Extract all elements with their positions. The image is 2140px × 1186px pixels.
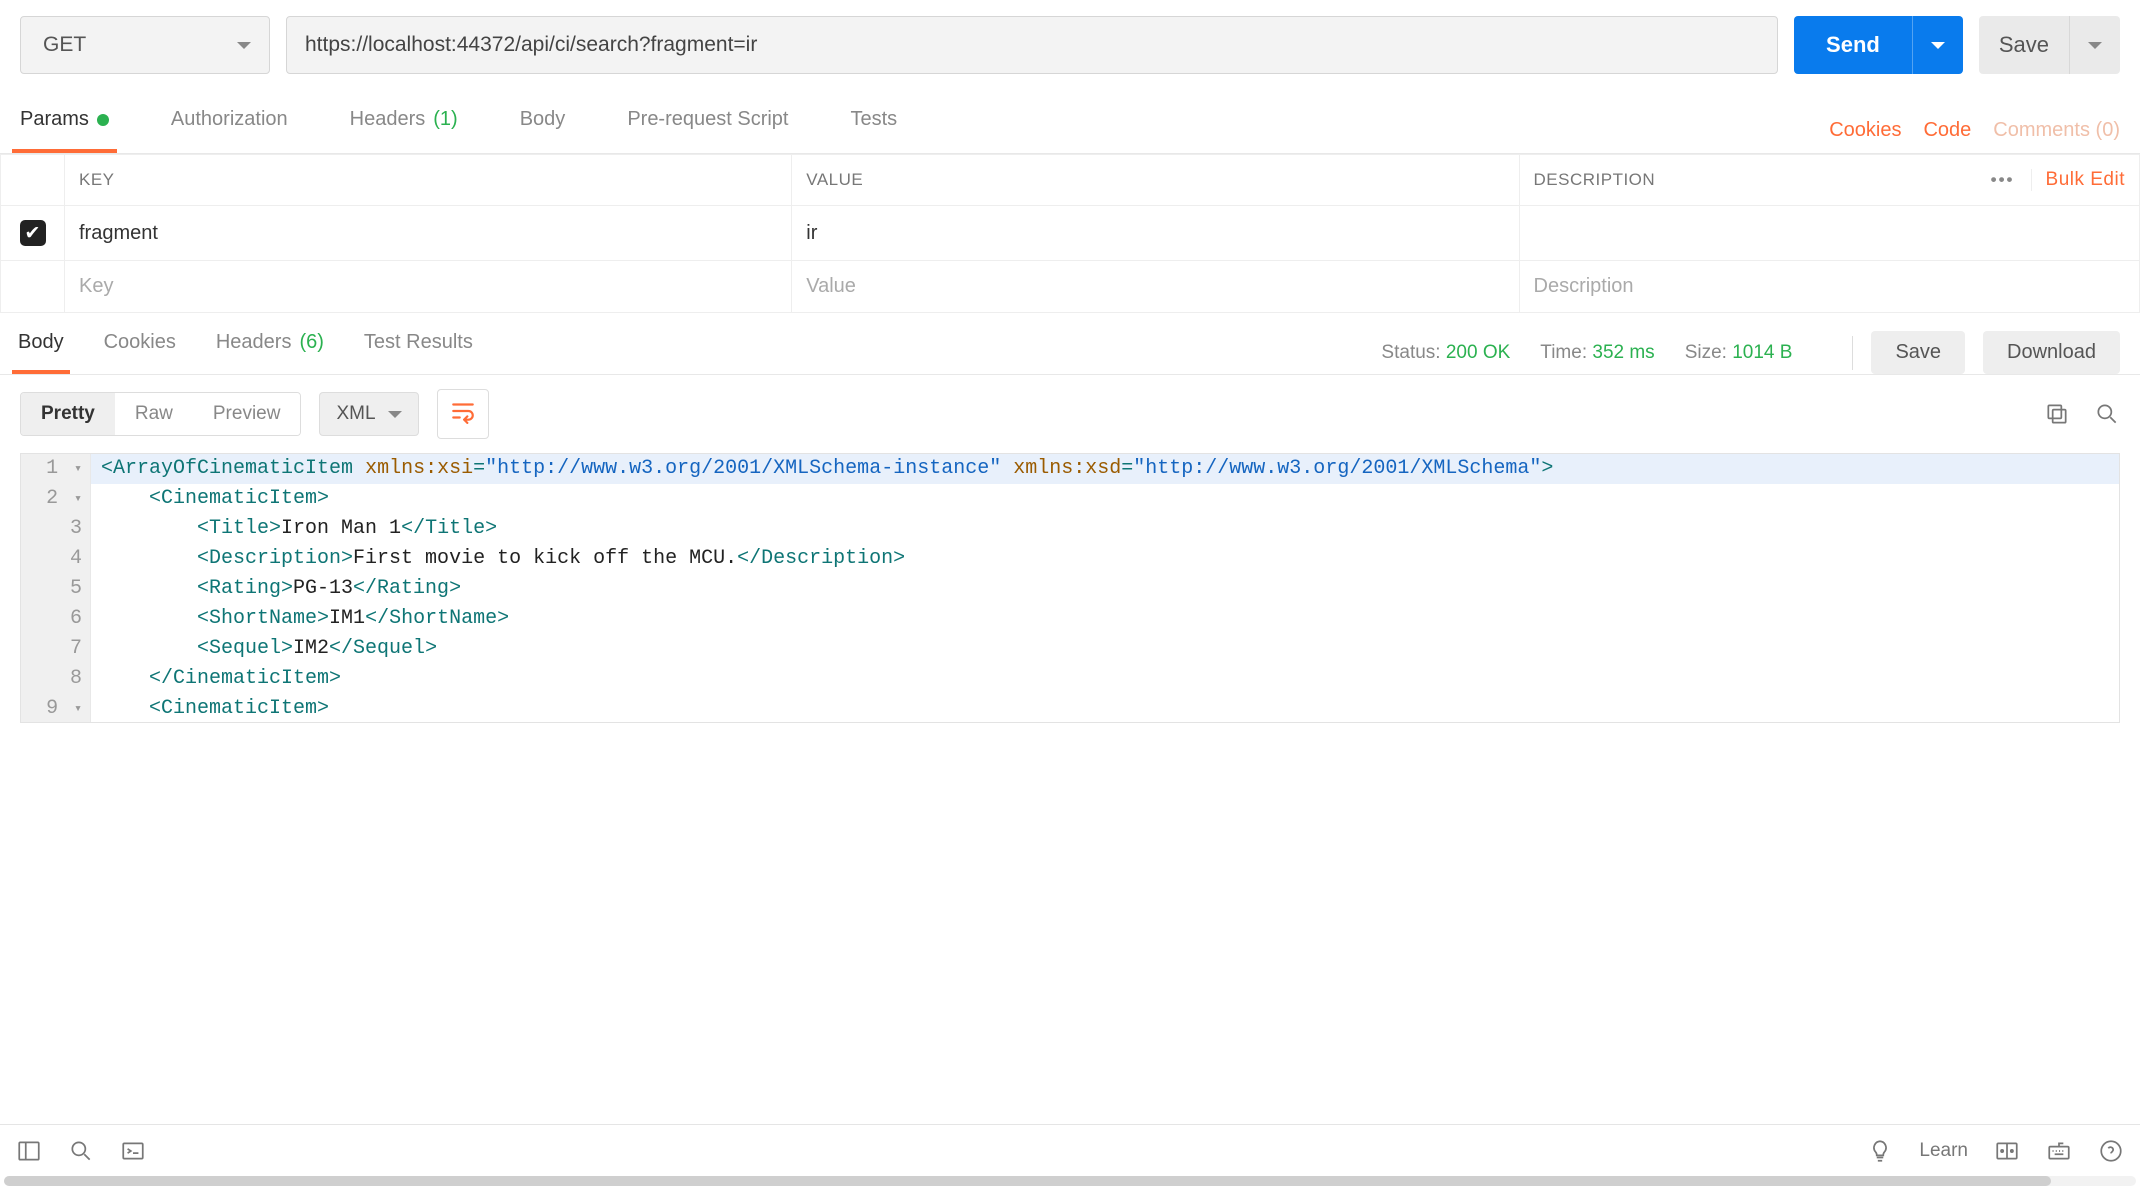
two-pane-icon[interactable] bbox=[1994, 1138, 2020, 1164]
console-icon[interactable] bbox=[120, 1138, 146, 1164]
col-checkbox bbox=[1, 155, 65, 206]
size-value: 1014 B bbox=[1732, 342, 1792, 363]
chevron-down-icon bbox=[237, 42, 251, 49]
send-button[interactable]: Send bbox=[1794, 16, 1912, 74]
response-editor[interactable]: 1 ▾<ArrayOfCinematicItem xmlns:xsi="http… bbox=[20, 453, 2120, 723]
param-key-input[interactable] bbox=[79, 222, 777, 245]
param-row-empty bbox=[1, 261, 2140, 313]
status-bar: Learn bbox=[0, 1124, 2140, 1176]
param-desc-input[interactable] bbox=[1534, 222, 2126, 245]
col-value: VALUE bbox=[792, 155, 1519, 206]
response-download-button[interactable]: Download bbox=[1983, 331, 2120, 374]
link-comments[interactable]: Comments (0) bbox=[1993, 119, 2120, 142]
send-options-button[interactable] bbox=[1912, 16, 1963, 74]
tab-tests[interactable]: Tests bbox=[842, 108, 905, 153]
lightbulb-icon bbox=[1867, 1138, 1893, 1164]
keyboard-icon[interactable] bbox=[2046, 1138, 2072, 1164]
link-cookies[interactable]: Cookies bbox=[1829, 119, 1901, 142]
param-row: ✔ bbox=[1, 206, 2140, 261]
response-format-select[interactable]: XML bbox=[319, 392, 418, 436]
status-label: Status: bbox=[1381, 342, 1440, 363]
param-value-input[interactable] bbox=[806, 222, 1504, 245]
resp-tab-headers[interactable]: Headers (6) bbox=[210, 331, 330, 374]
horizontal-scrollbar[interactable] bbox=[4, 1176, 2136, 1186]
scrollbar-thumb[interactable] bbox=[4, 1176, 2051, 1186]
format-label: XML bbox=[336, 403, 375, 425]
resp-tab-tests[interactable]: Test Results bbox=[358, 331, 479, 374]
dot-indicator-icon bbox=[97, 114, 109, 126]
param-key-input[interactable] bbox=[79, 275, 777, 298]
link-code[interactable]: Code bbox=[1923, 119, 1971, 142]
col-key: KEY bbox=[65, 155, 792, 206]
help-icon[interactable] bbox=[2098, 1138, 2124, 1164]
view-mode-segmented: Pretty Raw Preview bbox=[20, 392, 301, 436]
request-url-input[interactable] bbox=[286, 16, 1778, 74]
find-icon[interactable] bbox=[68, 1138, 94, 1164]
chevron-down-icon bbox=[2088, 42, 2102, 49]
tab-label: Headers bbox=[216, 331, 292, 354]
chevron-down-icon bbox=[388, 411, 402, 418]
params-table: KEY VALUE DESCRIPTION ••• Bulk Edit ✔ bbox=[0, 154, 2140, 313]
wrap-lines-button[interactable] bbox=[437, 389, 489, 439]
col-description: DESCRIPTION ••• Bulk Edit bbox=[1519, 155, 2140, 206]
tab-count: (1) bbox=[433, 108, 457, 131]
response-save-button[interactable]: Save bbox=[1871, 331, 1965, 374]
view-raw[interactable]: Raw bbox=[115, 393, 193, 435]
learn-link[interactable]: Learn bbox=[1919, 1140, 1968, 1162]
tab-headers[interactable]: Headers (1) bbox=[342, 108, 466, 153]
save-options-button[interactable] bbox=[2069, 16, 2120, 74]
view-pretty[interactable]: Pretty bbox=[21, 393, 115, 435]
status-value: 200 OK bbox=[1446, 342, 1510, 363]
time-value: 352 ms bbox=[1592, 342, 1654, 363]
size-label: Size: bbox=[1685, 342, 1727, 363]
tab-label: Headers bbox=[350, 108, 426, 131]
row-checkbox[interactable]: ✔ bbox=[20, 220, 46, 246]
tab-params[interactable]: Params bbox=[12, 108, 117, 153]
bulk-edit-link[interactable]: Bulk Edit bbox=[2031, 169, 2125, 191]
tab-label: Params bbox=[20, 108, 89, 131]
resp-tab-body[interactable]: Body bbox=[12, 331, 70, 374]
tab-count: (6) bbox=[299, 331, 323, 354]
chevron-down-icon bbox=[1931, 42, 1945, 49]
tab-authorization[interactable]: Authorization bbox=[163, 108, 296, 153]
view-preview[interactable]: Preview bbox=[193, 393, 301, 435]
time-label: Time: bbox=[1540, 342, 1587, 363]
param-value-input[interactable] bbox=[806, 275, 1504, 298]
save-button[interactable]: Save bbox=[1979, 16, 2069, 74]
copy-icon[interactable] bbox=[2044, 401, 2070, 427]
more-options-icon[interactable]: ••• bbox=[1981, 170, 2025, 190]
http-method-label: GET bbox=[43, 33, 86, 57]
divider bbox=[1852, 336, 1853, 370]
tab-body[interactable]: Body bbox=[512, 108, 574, 153]
tab-prerequest[interactable]: Pre-request Script bbox=[619, 108, 796, 153]
sidebar-toggle-icon[interactable] bbox=[16, 1138, 42, 1164]
param-desc-input[interactable] bbox=[1534, 275, 2126, 298]
search-icon[interactable] bbox=[2094, 401, 2120, 427]
wrap-icon bbox=[450, 398, 476, 424]
col-desc-label: DESCRIPTION bbox=[1534, 170, 1656, 190]
resp-tab-cookies[interactable]: Cookies bbox=[98, 331, 182, 374]
http-method-select[interactable]: GET bbox=[20, 16, 270, 74]
